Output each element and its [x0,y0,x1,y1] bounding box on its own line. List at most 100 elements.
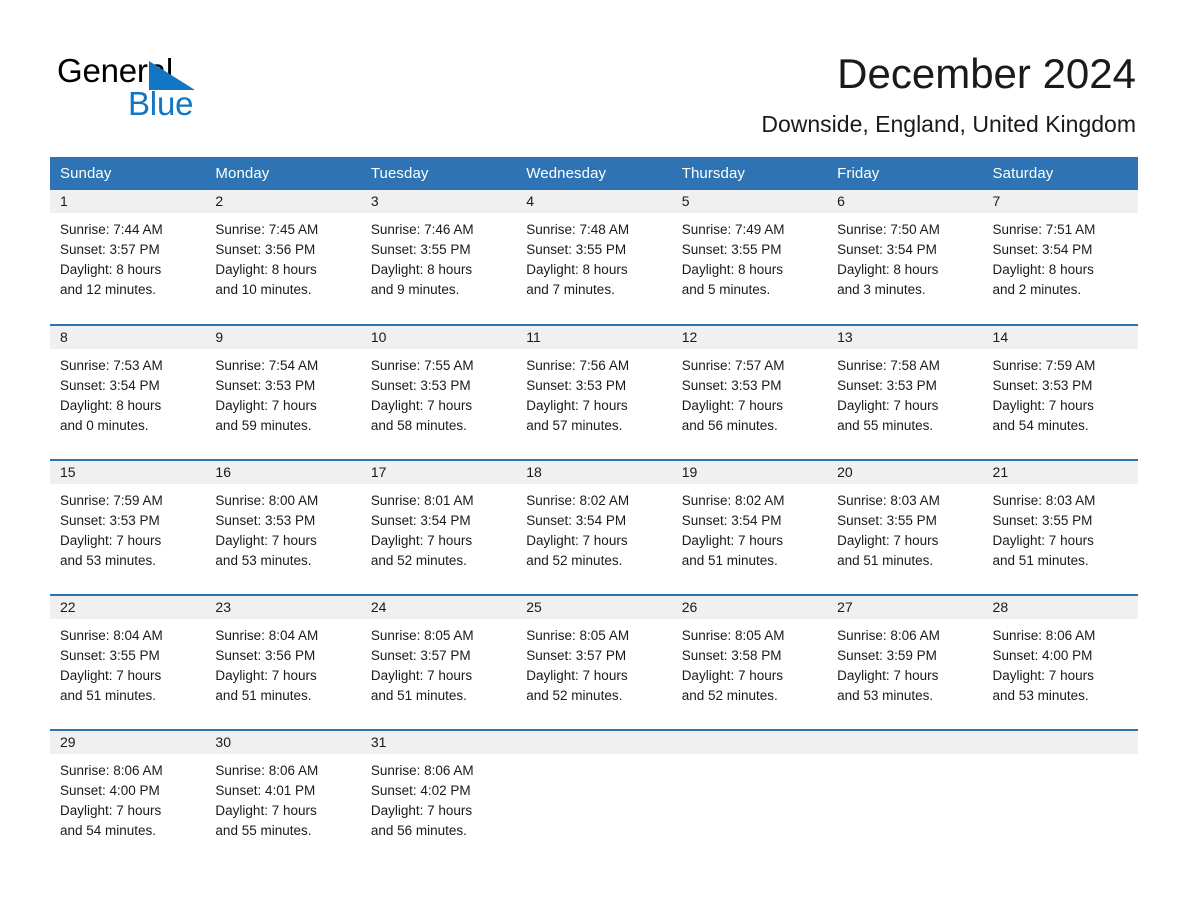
calendar-day-cell[interactable]: 14 Sunrise: 7:59 AM Sunset: 3:53 PM Dayl… [982,324,1138,460]
calendar-day-cell[interactable]: 19 Sunrise: 8:02 AM Sunset: 3:54 PM Dayl… [671,459,828,595]
daylight-text-line2: and 9 minutes. [370,282,460,297]
sunset-text: Sunset: 3:53 PM [526,378,627,393]
sunset-text: Sunset: 4:00 PM [60,783,160,798]
calendar-day-cell[interactable]: 29 Sunrise: 8:06 AM Sunset: 4:00 PM Dayl… [50,729,206,865]
daylight-text-line1: Daylight: 7 hours [526,398,628,413]
day-details: Sunrise: 8:06 AM Sunset: 3:59 PM Dayligh… [827,619,982,706]
calendar-day-cell[interactable]: 7 Sunrise: 7:51 AM Sunset: 3:54 PM Dayli… [982,190,1138,325]
calendar-week-row: 15 Sunrise: 7:59 AM Sunset: 3:53 PM Dayl… [50,459,1138,595]
sunset-text: Sunset: 3:55 PM [526,242,627,257]
calendar-day-cell[interactable]: 24 Sunrise: 8:05 AM Sunset: 3:57 PM Dayl… [360,594,517,730]
daylight-text-line2: and 5 minutes. [681,282,771,297]
daylight-text-line2: and 12 minutes. [60,282,157,297]
calendar-day-cell[interactable]: 13 Sunrise: 7:58 AM Sunset: 3:53 PM Dayl… [827,324,983,460]
day-number: 21 [982,461,1138,484]
calendar-day-cell[interactable]: 30 Sunrise: 8:06 AM Sunset: 4:01 PM Dayl… [205,729,361,865]
daylight-text-line2: and 54 minutes. [60,823,157,838]
calendar-day-cell[interactable]: 12 Sunrise: 7:57 AM Sunset: 3:53 PM Dayl… [671,324,828,460]
day-number: 18 [516,461,672,484]
calendar-day-cell[interactable]: 1 Sunrise: 7:44 AM Sunset: 3:57 PM Dayli… [50,190,206,325]
calendar-day-cell[interactable]: 5 Sunrise: 7:49 AM Sunset: 3:55 PM Dayli… [671,190,828,325]
sunrise-text: Sunrise: 7:48 AM [526,222,630,237]
daylight-text-line1: Daylight: 7 hours [60,803,162,818]
daylight-text-line1: Daylight: 7 hours [681,533,783,548]
sunrise-text: Sunrise: 8:01 AM [370,493,474,508]
sunrise-text: Sunrise: 7:50 AM [837,222,940,237]
calendar-day-cell[interactable]: 27 Sunrise: 8:06 AM Sunset: 3:59 PM Dayl… [827,594,983,730]
page-header: General Blue December 2024 Downside, Eng… [0,0,1188,150]
logo-text-blue: Blue [128,85,194,122]
sunrise-text: Sunrise: 7:45 AM [215,222,319,237]
sunrise-text: Sunrise: 8:03 AM [837,493,940,508]
daylight-text-line1: Daylight: 7 hours [370,668,473,683]
daylight-text-line1: Daylight: 7 hours [215,803,317,818]
daylight-text-line2: and 58 minutes. [370,418,467,433]
daylight-text-line1: Daylight: 8 hours [526,262,628,277]
daylight-text-line2: and 56 minutes. [681,418,778,433]
daylight-text-line2: and 59 minutes. [215,418,312,433]
general-blue-logo[interactable]: General Blue [57,52,317,127]
calendar-day-cell[interactable]: 18 Sunrise: 8:02 AM Sunset: 3:54 PM Dayl… [516,459,672,595]
calendar-day-cell[interactable]: 2 Sunrise: 7:45 AM Sunset: 3:56 PM Dayli… [205,190,361,325]
calendar-day-cell[interactable]: 26 Sunrise: 8:05 AM Sunset: 3:58 PM Dayl… [671,594,828,730]
calendar-day-cell[interactable]: 23 Sunrise: 8:04 AM Sunset: 3:56 PM Dayl… [205,594,361,730]
calendar-day-cell[interactable]: 15 Sunrise: 7:59 AM Sunset: 3:53 PM Dayl… [50,459,206,595]
sunset-text: Sunset: 3:55 PM [992,513,1093,528]
calendar-day-cell[interactable]: 28 Sunrise: 8:06 AM Sunset: 4:00 PM Dayl… [982,594,1138,730]
calendar-day-cell[interactable]: 21 Sunrise: 8:03 AM Sunset: 3:55 PM Dayl… [982,459,1138,595]
sunrise-text: Sunrise: 7:49 AM [681,222,785,237]
daylight-text-line1: Daylight: 7 hours [60,533,162,548]
calendar-page: General Blue December 2024 Downside, Eng… [0,0,1188,918]
calendar-day-cell[interactable]: 16 Sunrise: 8:00 AM Sunset: 3:53 PM Dayl… [205,459,361,595]
day-details: Sunrise: 7:56 AM Sunset: 3:53 PM Dayligh… [516,349,671,436]
calendar-day-cell[interactable]: 4 Sunrise: 7:48 AM Sunset: 3:55 PM Dayli… [516,190,672,325]
day-number: 27 [827,596,983,619]
day-number: 4 [516,190,672,213]
weekday-header-friday: Friday [827,157,983,190]
sunrise-text: Sunrise: 7:54 AM [215,358,319,373]
daylight-text-line1: Daylight: 7 hours [526,533,628,548]
daylight-text-line2: and 51 minutes. [370,688,467,703]
calendar-day-cell[interactable]: 17 Sunrise: 8:01 AM Sunset: 3:54 PM Dayl… [360,459,517,595]
sunset-text: Sunset: 3:53 PM [370,378,471,393]
calendar-day-cell[interactable]: 11 Sunrise: 7:56 AM Sunset: 3:53 PM Dayl… [516,324,672,460]
sunrise-text: Sunrise: 8:05 AM [370,628,474,643]
sunset-text: Sunset: 3:55 PM [60,648,160,663]
day-details: Sunrise: 8:05 AM Sunset: 3:57 PM Dayligh… [516,619,671,706]
weekday-header-tuesday: Tuesday [360,157,517,190]
calendar-day-cell[interactable]: 3 Sunrise: 7:46 AM Sunset: 3:55 PM Dayli… [360,190,517,325]
daylight-text-line2: and 51 minutes. [992,553,1089,568]
calendar-day-cell[interactable]: 31 Sunrise: 8:06 AM Sunset: 4:02 PM Dayl… [360,729,517,865]
sunset-text: Sunset: 3:58 PM [681,648,782,663]
weekday-header-wednesday: Wednesday [516,157,672,190]
calendar-day-cell[interactable]: 9 Sunrise: 7:54 AM Sunset: 3:53 PM Dayli… [205,324,361,460]
daylight-text-line2: and 55 minutes. [215,823,312,838]
sunrise-text: Sunrise: 8:03 AM [992,493,1096,508]
calendar-day-cell[interactable]: 25 Sunrise: 8:05 AM Sunset: 3:57 PM Dayl… [516,594,672,730]
day-number: 15 [50,461,206,484]
day-details: Sunrise: 8:04 AM Sunset: 3:56 PM Dayligh… [205,619,360,706]
calendar-day-cell[interactable]: 6 Sunrise: 7:50 AM Sunset: 3:54 PM Dayli… [827,190,983,325]
calendar-day-cell[interactable]: 22 Sunrise: 8:04 AM Sunset: 3:55 PM Dayl… [50,594,206,730]
calendar-day-cell[interactable]: 8 Sunrise: 7:53 AM Sunset: 3:54 PM Dayli… [50,324,206,460]
daylight-text-line2: and 52 minutes. [526,553,623,568]
day-details: Sunrise: 7:54 AM Sunset: 3:53 PM Dayligh… [205,349,360,436]
sunrise-text: Sunrise: 7:46 AM [370,222,474,237]
sunset-text: Sunset: 4:00 PM [992,648,1093,663]
day-number: 16 [205,461,361,484]
day-number: 14 [982,326,1138,349]
sunset-text: Sunset: 3:54 PM [681,513,782,528]
page-subtitle: Downside, England, United Kingdom [761,111,1136,137]
day-number: 12 [671,326,828,349]
sunset-text: Sunset: 3:57 PM [60,242,160,257]
calendar-day-cell[interactable]: 20 Sunrise: 8:03 AM Sunset: 3:55 PM Dayl… [827,459,983,595]
daylight-text-line1: Daylight: 7 hours [215,533,317,548]
calendar-week-row: 22 Sunrise: 8:04 AM Sunset: 3:55 PM Dayl… [50,594,1138,730]
daylight-text-line2: and 10 minutes. [215,282,312,297]
sunset-text: Sunset: 3:54 PM [837,242,937,257]
day-details [983,754,1138,761]
calendar-day-cell[interactable]: 10 Sunrise: 7:55 AM Sunset: 3:53 PM Dayl… [360,324,517,460]
daylight-text-line2: and 57 minutes. [526,418,623,433]
daylight-text-line1: Daylight: 7 hours [837,398,939,413]
day-number [827,731,983,754]
